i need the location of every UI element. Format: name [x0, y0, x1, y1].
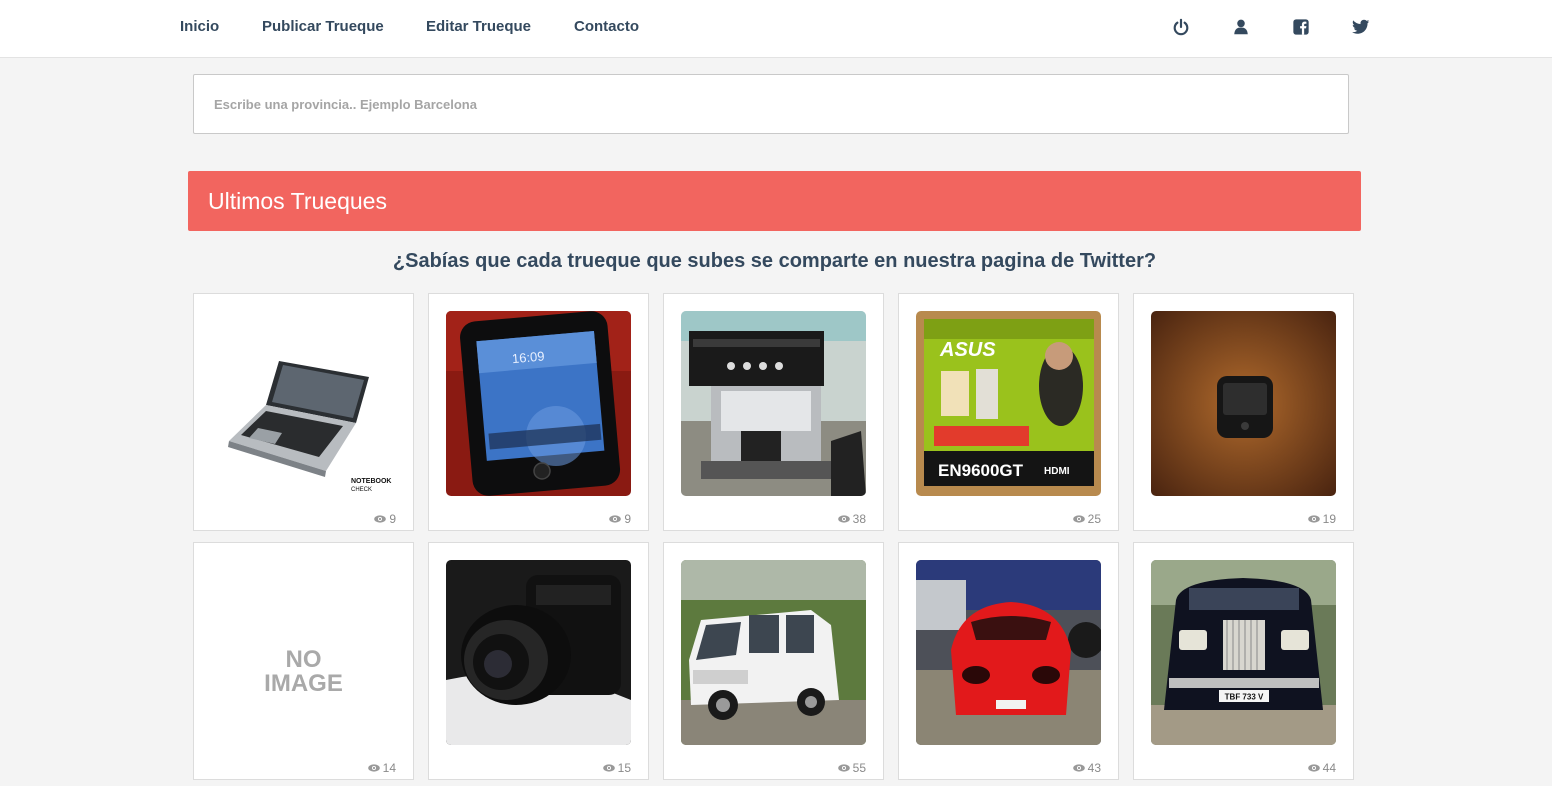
- nav-link-editar-trueque[interactable]: Editar Trueque: [426, 18, 531, 36]
- eye-icon: [374, 515, 387, 523]
- espresso-machine-image: [681, 311, 866, 496]
- power-icon[interactable]: [1171, 17, 1191, 37]
- view-count: 9: [374, 512, 396, 526]
- trade-thumbnail[interactable]: [446, 560, 631, 745]
- notebookcheck-logo-line1: NOTEBOOK: [351, 478, 391, 485]
- view-count-value: 55: [852, 761, 866, 775]
- view-count-value: 14: [382, 761, 396, 775]
- view-count-value: 9: [624, 512, 631, 526]
- no-image-text-line2: IMAGE: [264, 670, 343, 697]
- latest-trades-banner: Ultimos Trueques: [188, 171, 1361, 231]
- no-image-text-line1: NO: [286, 646, 322, 673]
- notebookcheck-logo-line2: CHECK: [351, 487, 372, 493]
- trade-card[interactable]: 38: [663, 293, 884, 531]
- trade-thumbnail[interactable]: 16:09: [446, 311, 631, 496]
- view-count: 43: [1072, 761, 1101, 775]
- gpu-model-text: EN9600GT: [938, 461, 1024, 480]
- view-count-value: 44: [1322, 761, 1336, 775]
- eye-icon: [1307, 515, 1320, 523]
- nav-link-contacto[interactable]: Contacto: [574, 18, 639, 36]
- trade-card[interactable]: TBF 733 V 44: [1133, 542, 1354, 780]
- white-van-image: [681, 560, 866, 745]
- top-navbar: Inicio Publicar Trueque Editar Trueque C…: [0, 0, 1552, 58]
- eye-icon: [1072, 764, 1085, 772]
- view-count: 44: [1307, 761, 1336, 775]
- view-count: 9: [609, 512, 631, 526]
- facebook-icon[interactable]: [1291, 17, 1311, 37]
- trade-card[interactable]: 19: [1133, 293, 1354, 531]
- eye-icon: [609, 515, 622, 523]
- license-plate-text: TBF 733 V: [1225, 693, 1264, 702]
- eye-icon: [837, 515, 850, 523]
- dslr-camera-image: [446, 560, 631, 745]
- view-count: 55: [837, 761, 866, 775]
- trade-thumbnail[interactable]: NOTEBOOK CHECK: [211, 311, 396, 496]
- trade-thumbnail[interactable]: [681, 311, 866, 496]
- pda-phone-image: [1151, 311, 1336, 496]
- view-count-value: 38: [852, 512, 866, 526]
- trade-thumbnail[interactable]: NO IMAGE: [211, 560, 396, 745]
- no-image-placeholder: NO IMAGE: [211, 560, 396, 745]
- red-sports-car-image: [916, 560, 1101, 745]
- phone-clock-text: 16:09: [511, 348, 545, 366]
- trade-card[interactable]: 15: [428, 542, 649, 780]
- user-icon[interactable]: [1231, 17, 1251, 37]
- twitter-share-notice: ¿Sabías que cada trueque que subes se co…: [392, 250, 1157, 272]
- twitter-icon[interactable]: [1351, 17, 1371, 37]
- smartphone-image: 16:09: [446, 311, 631, 496]
- latest-trades-title: Ultimos Trueques: [208, 188, 387, 214]
- view-count: 15: [602, 761, 631, 775]
- trade-card[interactable]: 43: [898, 542, 1119, 780]
- trade-thumbnail[interactable]: ASUS EN9600GT HDMI: [916, 311, 1101, 496]
- trade-card[interactable]: NOTEBOOK CHECK 9: [193, 293, 414, 531]
- view-count: 38: [837, 512, 866, 526]
- view-count-value: 19: [1322, 512, 1336, 526]
- eye-icon: [1307, 764, 1320, 772]
- view-count: 14: [367, 761, 396, 775]
- trade-thumbnail[interactable]: TBF 733 V: [1151, 560, 1336, 745]
- eye-icon: [837, 764, 850, 772]
- eye-icon: [367, 764, 380, 772]
- trade-card[interactable]: ASUS EN9600GT HDMI 25: [898, 293, 1119, 531]
- eye-icon: [602, 764, 615, 772]
- province-search: [193, 74, 1349, 134]
- trade-card[interactable]: 55: [663, 542, 884, 780]
- asus-logo-text: ASUS: [939, 339, 996, 361]
- view-count: 25: [1072, 512, 1101, 526]
- eye-icon: [1072, 515, 1085, 523]
- nav-link-inicio[interactable]: Inicio: [180, 18, 219, 36]
- trade-thumbnail[interactable]: [681, 560, 866, 745]
- view-count: 19: [1307, 512, 1336, 526]
- view-count-value: 43: [1087, 761, 1101, 775]
- view-count-value: 9: [389, 512, 396, 526]
- trade-thumbnail[interactable]: [916, 560, 1101, 745]
- trade-card[interactable]: 16:09 9: [428, 293, 649, 531]
- graphics-card-box-image: ASUS EN9600GT HDMI: [916, 311, 1101, 496]
- hdmi-label-text: HDMI: [1044, 466, 1070, 477]
- view-count-value: 25: [1087, 512, 1101, 526]
- view-count-value: 15: [617, 761, 631, 775]
- black-classic-car-image: TBF 733 V: [1151, 560, 1336, 745]
- trade-thumbnail[interactable]: [1151, 311, 1336, 496]
- laptop-image: NOTEBOOK CHECK: [211, 311, 396, 496]
- province-search-input[interactable]: [194, 75, 1348, 133]
- nav-link-publicar-trueque[interactable]: Publicar Trueque: [262, 18, 384, 36]
- trade-card[interactable]: NO IMAGE 14: [193, 542, 414, 780]
